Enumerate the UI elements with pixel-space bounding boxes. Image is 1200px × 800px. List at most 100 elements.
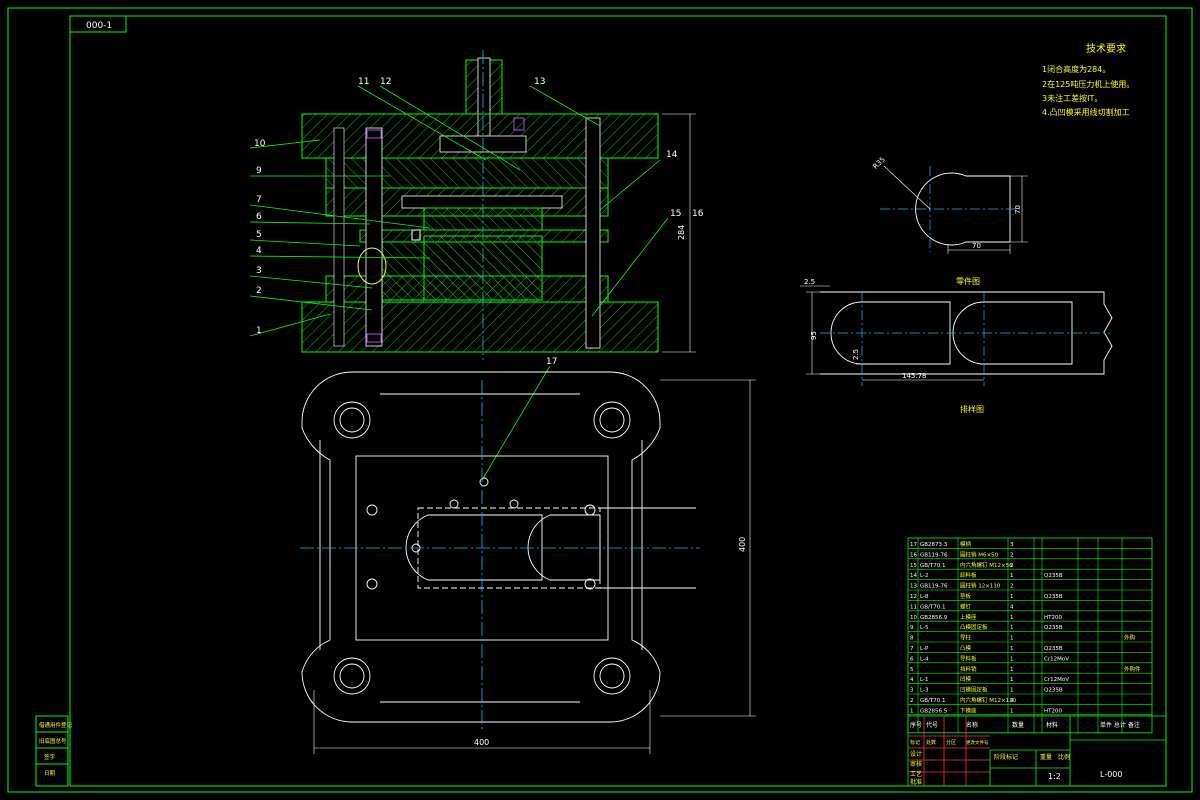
bom-cell-note: 外购件	[1124, 665, 1141, 673]
part-drawing	[880, 165, 1028, 254]
bom-cell-no: 10	[910, 615, 917, 621]
bom-cell-no: 8	[910, 636, 914, 642]
part-width-dim: 70	[972, 242, 981, 250]
bom-cell-code: GB/T70.1	[920, 563, 946, 569]
blank-title: 零件图	[956, 276, 980, 286]
callout-17: 17	[546, 357, 557, 367]
callout-5: 5	[256, 230, 262, 240]
bom-cell-qty: 4	[1010, 604, 1014, 610]
callout-6: 6	[256, 212, 262, 222]
bom-cell-no: 4	[910, 677, 914, 683]
callout-16: 16	[692, 209, 704, 219]
part-height-dim: 70	[1014, 205, 1022, 214]
callout-4: 4	[256, 246, 262, 256]
bom-cell-no: 11	[910, 604, 917, 610]
bom-cell-name: 内六角螺钉 M12×110	[960, 696, 1017, 704]
bom-cell-mat: Cr12MoV	[1044, 656, 1069, 662]
bom-cell-name: 导料板	[960, 654, 977, 662]
bom-cell-qty: 1	[1010, 688, 1014, 694]
bom-cell-name: 内六角螺钉 M12×56	[960, 561, 1013, 569]
bom-cell-no: 12	[910, 594, 917, 600]
bom-cell-code: L-P	[920, 646, 929, 652]
bom-cell-code: L-2	[920, 573, 928, 579]
bom-cell-qty: 1	[1010, 594, 1014, 600]
base-height-dim: 400	[738, 537, 747, 552]
bom-cell-name: 模柄	[960, 540, 972, 548]
callout-1: 1	[256, 326, 262, 336]
bom-header-code: 代号	[926, 721, 938, 729]
bom-cell-code: GB/T70.1	[920, 698, 946, 704]
bom-cell-no: 13	[910, 584, 917, 590]
bom-cell-code: GB2873.3	[920, 542, 948, 548]
scale-value: 1:2	[1048, 772, 1061, 781]
bom-cell-code: GB119-76	[920, 584, 948, 590]
bom-cell-no: 6	[910, 656, 914, 662]
bom-cell-name: 上模座	[960, 613, 977, 621]
bom-header-weight: 单件 总计	[1100, 721, 1126, 729]
bom-cell-code: L-8	[920, 594, 929, 600]
tb-col-doc: 更改文件号	[966, 739, 989, 746]
bom-cell-name: 螺钉	[960, 602, 972, 610]
bom-cell-qty: 1	[1010, 573, 1014, 579]
closed-height-dim: 284	[677, 225, 686, 240]
bom-cell-no: 9	[910, 625, 914, 631]
drawing-canvas: 000-1 借通用件登记 旧底图总号 签字 日期 284 1 2 3 4 5 6…	[7, 7, 1193, 793]
tech-line-4: 4.凸凹模采用线切割加工	[1042, 107, 1130, 117]
bom-cell-mat: Q235B	[1044, 573, 1063, 579]
bom-cell-mat: Q235B	[1044, 625, 1063, 631]
bom-cell-note: 外购	[1124, 634, 1136, 642]
bom-cell-code: L-5	[920, 625, 929, 631]
bom-cell-qty: 1	[1010, 667, 1014, 673]
callout-2: 2	[256, 286, 262, 296]
bom-cell-qty: 1	[1010, 708, 1014, 714]
tech-line-1: 1闭合高度为284。	[1042, 64, 1110, 74]
bom-header-no: 序号	[910, 721, 922, 729]
bom-cell-no: 3	[910, 688, 914, 694]
bom-cell-no: 14	[910, 573, 917, 579]
tb-col-mark: 标记	[910, 739, 920, 746]
callout-10: 10	[254, 139, 266, 149]
callout-7: 7	[256, 195, 262, 205]
bom-cell-name: 挡料销	[960, 665, 977, 673]
bom-cell-qty: 1	[1010, 625, 1014, 631]
bom-cell-no: 7	[910, 646, 914, 652]
bom-cell-mat: Q235B	[1044, 594, 1063, 600]
base-width-dim: 400	[474, 738, 489, 747]
bom-cell-name: 卸料板	[960, 571, 977, 579]
bom-cell-no: 15	[910, 563, 917, 569]
callout-3: 3	[256, 266, 262, 276]
tb-row-approve: 批准	[910, 778, 922, 786]
side-table-cell-4: 日期	[44, 770, 56, 777]
strip-layout	[800, 285, 1113, 386]
bom-cell-code: GB2856.5	[920, 708, 948, 714]
bom-cell-qty: 1	[1010, 615, 1014, 621]
callout-14: 14	[666, 150, 678, 160]
callout-12: 12	[380, 77, 391, 87]
callout-11: 11	[358, 77, 369, 87]
bom-cell-code: L-1	[920, 677, 928, 683]
bom-cell-code: GB/T70.1	[920, 604, 946, 610]
bom-cell-qty: 4	[1010, 698, 1014, 704]
bom-cell-qty: 2	[1010, 552, 1014, 558]
strip-gap-dim: 2.5	[852, 349, 860, 360]
tech-title: 技术要求	[1086, 42, 1126, 55]
bom-header-note: 备注	[1128, 721, 1140, 729]
tb-col-zone: 分区	[946, 739, 956, 746]
drawing-code-bottom: L-000	[1100, 770, 1122, 779]
callout-13: 13	[534, 77, 545, 87]
pitch-dim: 145.78	[902, 372, 927, 380]
bom-cell-qty: 1	[1010, 646, 1014, 652]
bom-cell-qty: 1	[1010, 656, 1014, 662]
bom-cell-code: GB119-76	[920, 552, 948, 558]
bom-cell-qty: 2	[1010, 563, 1014, 569]
tb-row-check: 审核	[910, 760, 922, 768]
side-table-cell-1: 借通用件登记	[39, 721, 73, 729]
bom-cell-no: 5	[910, 667, 914, 673]
bom-cell-mat: HT200	[1044, 708, 1062, 714]
tb-ratio: 比例	[1058, 753, 1070, 761]
tb-col-count: 处数	[926, 739, 936, 746]
tech-line-2: 2在125吨压力机上使用。	[1042, 79, 1134, 89]
bom-cell-name: 导柱	[960, 634, 972, 642]
bom-header-name: 名称	[966, 721, 978, 729]
bom-cell-mat: HT200	[1044, 615, 1062, 621]
